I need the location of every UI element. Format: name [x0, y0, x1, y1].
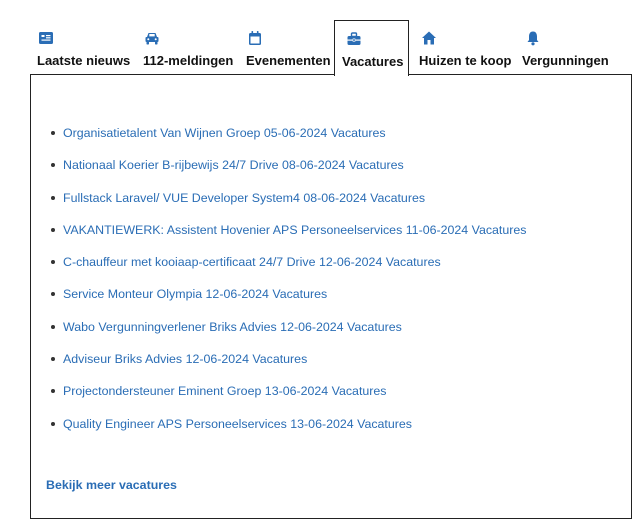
tab-112-meldingen[interactable]: 112-meldingen	[138, 20, 234, 74]
vacature-link[interactable]: C-chauffeur met kooiaap-certificaat 24/7…	[63, 255, 441, 269]
tab-label: 112-meldingen	[143, 53, 234, 68]
more-vacatures-link[interactable]: Bekijk meer vacatures	[46, 478, 177, 492]
list-item: Service Monteur Olympia 12-06-2024 Vacat…	[47, 286, 526, 318]
tab-evenementen[interactable]: Evenementen	[240, 20, 332, 74]
list-item: C-chauffeur met kooiaap-certificaat 24/7…	[47, 254, 526, 286]
bell-icon	[525, 30, 541, 46]
tab-huizen-te-koop[interactable]: Huizen te koop	[416, 20, 512, 74]
tab-laatste-nieuws[interactable]: Laatste nieuws	[30, 20, 132, 74]
tab-label: Evenementen	[246, 53, 331, 68]
tab-label: Vacatures	[342, 54, 404, 69]
vacature-link[interactable]: Projectondersteuner Eminent Groep 13-06-…	[63, 384, 387, 398]
vacature-link[interactable]: Adviseur Briks Advies 12-06-2024 Vacatur…	[63, 352, 307, 366]
vacatures-list: Organisatietalent Van Wijnen Groep 05-06…	[47, 125, 526, 448]
calendar-icon	[247, 30, 263, 46]
list-item: Quality Engineer APS Personeelservices 1…	[47, 416, 526, 448]
list-item: Adviseur Briks Advies 12-06-2024 Vacatur…	[47, 351, 526, 383]
list-item: Wabo Vergunningverlener Briks Advies 12-…	[47, 319, 526, 351]
tab-label: Laatste nieuws	[37, 53, 131, 68]
vacature-link[interactable]: Wabo Vergunningverlener Briks Advies 12-…	[63, 320, 402, 334]
car-icon	[144, 30, 160, 46]
vacature-link[interactable]: Organisatietalent Van Wijnen Groep 05-06…	[63, 126, 386, 140]
tab-label: Vergunningen	[522, 53, 609, 68]
vacature-link[interactable]: Fullstack Laravel/ VUE Developer System4…	[63, 191, 425, 205]
tab-vergunningen[interactable]: Vergunningen	[522, 20, 609, 74]
briefcase-icon	[346, 31, 362, 47]
vacature-link[interactable]: VAKANTIEWERK: Assistent Hovenier APS Per…	[63, 223, 526, 237]
news-icon	[38, 30, 54, 46]
list-item: Nationaal Koerier B-rijbewijs 24/7 Drive…	[47, 157, 526, 189]
vacature-link[interactable]: Service Monteur Olympia 12-06-2024 Vacat…	[63, 287, 327, 301]
vacatures-panel: Organisatietalent Van Wijnen Groep 05-06…	[30, 74, 632, 519]
vacature-link[interactable]: Quality Engineer APS Personeelservices 1…	[63, 417, 412, 431]
list-item: Fullstack Laravel/ VUE Developer System4…	[47, 190, 526, 222]
tab-label: Huizen te koop	[419, 53, 512, 68]
tab-vacatures[interactable]: Vacatures	[334, 20, 409, 76]
vacature-link[interactable]: Nationaal Koerier B-rijbewijs 24/7 Drive…	[63, 158, 404, 172]
tab-bar: Laatste nieuws 112-meldingen Evenementen…	[30, 20, 633, 76]
list-item: Organisatietalent Van Wijnen Groep 05-06…	[47, 125, 526, 157]
house-icon	[421, 30, 437, 46]
list-item: Projectondersteuner Eminent Groep 13-06-…	[47, 383, 526, 415]
list-item: VAKANTIEWERK: Assistent Hovenier APS Per…	[47, 222, 526, 254]
